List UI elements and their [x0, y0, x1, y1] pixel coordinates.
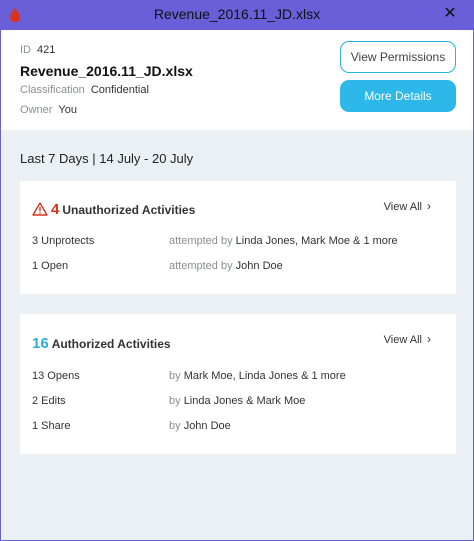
view-all-label: View All: [383, 334, 422, 346]
actors-names: Linda Jones, Mark Moe & 1 more: [235, 235, 398, 247]
activity-label: 13 Opens: [32, 370, 80, 382]
title-bar: Revenue_2016.11_JD.xlsx ✕: [0, 0, 474, 30]
warning-icon: [32, 202, 48, 216]
unauthorized-title: Unauthorized Activities: [62, 203, 196, 217]
activity-actors: by Mark Moe, Linda Jones & 1 more: [169, 370, 346, 382]
actors-prefix: attempted by: [169, 235, 233, 247]
id-value: 421: [37, 44, 56, 56]
view-permissions-button[interactable]: View Permissions: [340, 41, 456, 73]
activity-label: 3 Unprotects: [32, 235, 95, 247]
period-label: Last 7 Days | 14 July - 20 July: [20, 151, 194, 166]
file-header: ID 421 Revenue_2016.11_JD.xlsx Classifica…: [1, 30, 473, 130]
actors-names: Linda Jones & Mark Moe: [183, 395, 306, 407]
authorized-title: Authorized Activities: [51, 337, 171, 351]
activity-label: 2 Edits: [32, 395, 66, 407]
activity-label: 1 Share: [32, 420, 71, 432]
unauthorized-view-all-link[interactable]: View All ›: [384, 199, 431, 213]
authorized-view-all-link[interactable]: View All ›: [384, 332, 431, 346]
more-details-button[interactable]: More Details: [340, 80, 456, 112]
activity-actors: attempted by John Doe: [169, 260, 283, 272]
owner-label: Owner: [20, 104, 53, 116]
actors-prefix: by: [169, 420, 181, 432]
classification-value: Confidential: [90, 84, 149, 96]
classification-label: Classification: [20, 84, 85, 96]
actors-names: John Doe: [235, 260, 283, 272]
close-button[interactable]: ✕: [440, 4, 460, 24]
window-title: Revenue_2016.11_JD.xlsx: [153, 6, 321, 22]
authorized-heading: 16 Authorized Activities: [32, 335, 171, 352]
chevron-right-icon: ›: [427, 332, 431, 346]
authorized-count: 16: [32, 335, 49, 352]
file-name: Revenue_2016.11_JD.xlsx: [20, 63, 193, 79]
actors-prefix: by: [169, 370, 181, 382]
activity-actors: by John Doe: [169, 420, 231, 432]
unauthorized-heading: 4 Unauthorized Activities: [32, 201, 195, 218]
actors-names: Mark Moe, Linda Jones & 1 more: [183, 370, 346, 382]
actors-names: John Doe: [183, 420, 231, 432]
activity-actors: attempted by Linda Jones, Mark Moe & 1 m…: [169, 235, 398, 247]
activity-actors: by Linda Jones & Mark Moe: [169, 395, 305, 407]
owner-row: Owner You: [20, 104, 77, 116]
actors-prefix: by: [169, 395, 181, 407]
classification-row: Classification Confidential: [20, 84, 149, 96]
actors-prefix: attempted by: [169, 260, 233, 272]
unauthorized-count: 4: [51, 201, 60, 218]
chevron-right-icon: ›: [427, 199, 431, 213]
details-panel: ID 421 Revenue_2016.11_JD.xlsx Classifica…: [1, 30, 473, 540]
activity-label: 1 Open: [32, 260, 69, 272]
owner-value: You: [58, 104, 77, 116]
authorized-activities-card: 16 Authorized Activities View All › 13 Ope…: [20, 314, 456, 454]
id-row: ID 421: [20, 44, 55, 56]
unauthorized-activities-card: 4 Unauthorized Activities View All › 3 Unp…: [20, 181, 456, 294]
view-all-label: View All: [383, 201, 422, 213]
id-label: ID: [20, 44, 31, 56]
